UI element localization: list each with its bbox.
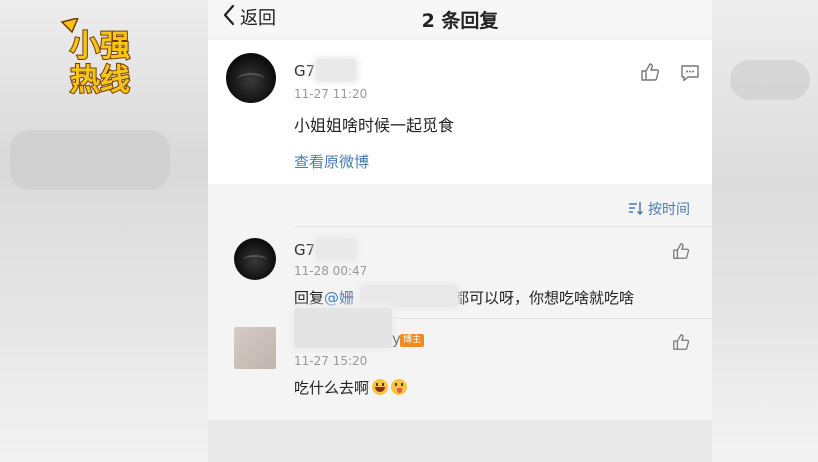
mention-link[interactable]: @姗 [324, 289, 354, 307]
reply-prefix: 回复 [294, 289, 325, 307]
view-original-link[interactable]: 查看原微博 [294, 151, 369, 172]
divider [294, 226, 712, 227]
comment-text: 小姐姐啥时候一起觅食 [294, 116, 455, 135]
timestamp: 11-27 15:20 [294, 354, 368, 368]
username[interactable]: G7 [294, 62, 315, 80]
sort-icon [628, 200, 644, 219]
reply-body: 都可以呀，你想吃啥就吃啥 [454, 289, 635, 307]
like-icon[interactable] [672, 333, 690, 351]
tongue-emoji-icon [391, 379, 408, 395]
timestamp: 11-28 00:47 [294, 264, 368, 278]
background-blur [10, 130, 170, 190]
sort-by-time-button[interactable]: 按时间 [628, 199, 690, 219]
redacted-name [316, 238, 356, 260]
reply-body: 吃什么去啊 [294, 379, 370, 397]
avatar[interactable] [234, 327, 276, 369]
channel-logo: 小强 热线 [56, 16, 136, 99]
reply-text: 吃什么去啊 [294, 377, 408, 398]
redacted-name [294, 308, 392, 348]
timestamp: 11-27 11:20 [294, 87, 368, 101]
reply-screen: 返回 2 条回复 G7 11-27 11:20 小姐姐啥时候一起觅食 查看原微博… [208, 0, 712, 420]
sort-label: 按时间 [648, 202, 690, 218]
username[interactable]: G7 [294, 241, 315, 259]
page-title: 2 条回复 [421, 10, 499, 32]
redacted-name [316, 59, 356, 81]
original-comment: G7 11-27 11:20 小姐姐啥时候一起觅食 查看原微博 [208, 40, 712, 184]
logo-line1: 小强 [70, 29, 130, 64]
like-icon[interactable] [672, 242, 690, 260]
avatar[interactable] [226, 53, 276, 103]
laughing-emoji-icon [372, 379, 389, 395]
like-icon[interactable] [640, 62, 660, 82]
redacted-mention [360, 285, 458, 307]
avatar[interactable] [234, 238, 276, 280]
navigation-bar: 返回 2 条回复 [208, 0, 712, 36]
logo-line2: 热线 [70, 63, 130, 96]
comment-icon[interactable] [680, 64, 700, 82]
background-blur [730, 60, 810, 100]
reply-text: 回复@姗 都可以呀，你想吃啥就吃啥 [294, 287, 634, 308]
author-badge: 博主 [400, 334, 425, 347]
